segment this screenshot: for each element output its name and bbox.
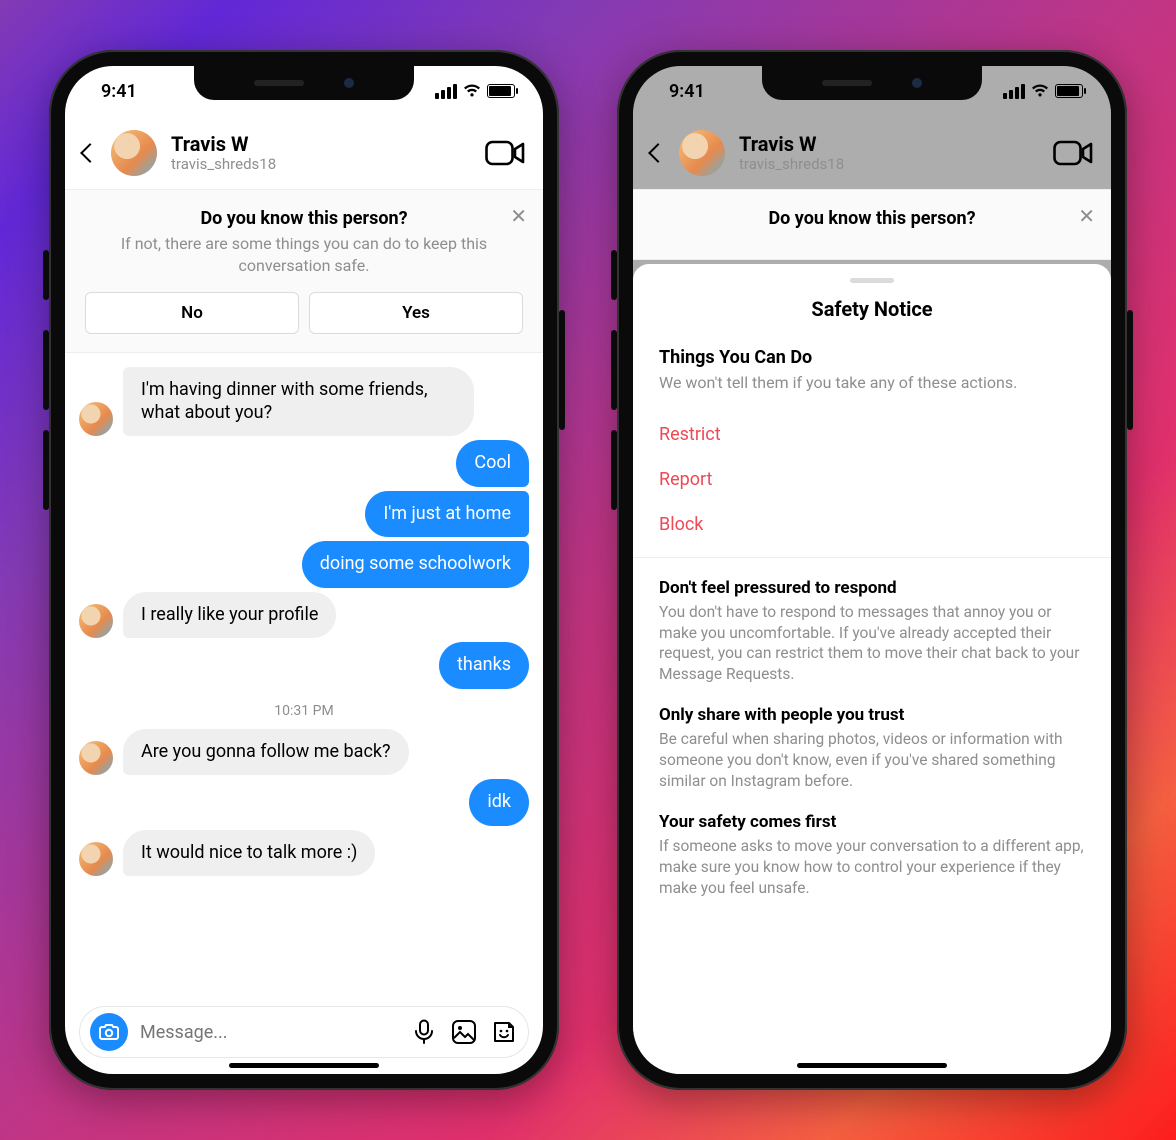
close-icon[interactable]: ✕ [510,204,527,228]
message-row: idk [79,779,529,826]
avatar[interactable] [79,402,113,436]
message-input[interactable] [140,1022,398,1043]
yes-button[interactable]: Yes [309,292,523,334]
sheet-grabber[interactable] [850,278,894,283]
safety-notice-sheet: Safety Notice Things You Can Do We won't… [633,264,1111,1074]
safety-banner: ✕ Do you know this person? [633,190,1111,260]
message-row: thanks [79,642,529,689]
section-heading: Things You Can Do [659,347,1085,368]
chat-area[interactable]: I'm having dinner with some friends, wha… [65,353,543,886]
safety-tip: Only share with people you trust Be care… [659,705,1085,792]
tip-heading: Your safety comes first [659,812,1085,832]
message-row: Cool [79,440,529,487]
banner-title: Do you know this person? [85,208,523,229]
device-notch [762,66,982,100]
message-bubble[interactable]: I really like your profile [123,592,336,639]
message-row: Are you gonna follow me back? [79,729,529,776]
message-bubble[interactable]: Cool [456,440,529,487]
safety-tip: Your safety comes first If someone asks … [659,812,1085,899]
report-action[interactable]: Report [659,457,1085,502]
message-row: I really like your profile [79,592,529,639]
cellular-signal-icon [435,84,457,99]
camera-button[interactable] [90,1013,128,1051]
divider [633,557,1111,558]
phone-right: 9:41 Travis W travis_shreds18 ✕ Do you k… [617,50,1127,1090]
message-row: It would nice to talk more :) [79,830,529,877]
name-block[interactable]: Travis W travis_shreds18 [739,133,1039,173]
sticker-icon[interactable] [490,1018,518,1046]
banner-subtitle: If not, there are some things you can do… [85,233,523,276]
message-bubble[interactable]: I'm having dinner with some friends, wha… [123,367,474,436]
sheet-title: Safety Notice [659,297,1085,321]
restrict-action[interactable]: Restrict [659,412,1085,457]
chat-header: Travis W travis_shreds18 [65,116,543,190]
avatar[interactable] [679,130,725,176]
message-row: I'm just at home [79,491,529,538]
home-indicator[interactable] [797,1063,947,1068]
mic-icon[interactable] [410,1018,438,1046]
gallery-icon[interactable] [450,1018,478,1046]
cellular-signal-icon [1003,84,1025,99]
back-icon[interactable] [648,143,668,163]
safety-banner: ✕ Do you know this person? If not, there… [65,190,543,353]
device-notch [194,66,414,100]
back-icon[interactable] [80,143,100,163]
wifi-icon [463,84,481,98]
battery-icon [1055,84,1083,98]
home-indicator[interactable] [229,1063,379,1068]
contact-name: Travis W [171,133,471,155]
tip-heading: Don't feel pressured to respond [659,578,1085,598]
chat-header: Travis W travis_shreds18 [633,116,1111,190]
message-bubble[interactable]: doing some schoolwork [302,541,529,588]
status-time: 9:41 [669,81,705,102]
section-subtitle: We won't tell them if you take any of th… [659,372,1085,394]
contact-handle: travis_shreds18 [739,155,1039,173]
timestamp: 10:31 PM [79,703,529,719]
contact-handle: travis_shreds18 [171,155,471,173]
status-time: 9:41 [101,81,137,102]
message-bubble[interactable]: It would nice to talk more :) [123,830,375,877]
banner-title: Do you know this person? [653,208,1091,229]
message-bubble[interactable]: idk [469,779,529,826]
block-action[interactable]: Block [659,502,1085,547]
message-bubble[interactable]: I'm just at home [365,491,529,538]
avatar[interactable] [111,130,157,176]
message-bubble[interactable]: thanks [439,642,529,689]
wifi-icon [1031,84,1049,98]
safety-tip: Don't feel pressured to respond You don'… [659,578,1085,686]
close-icon[interactable]: ✕ [1078,204,1095,228]
video-call-icon[interactable] [485,139,525,167]
name-block[interactable]: Travis W travis_shreds18 [171,133,471,173]
tip-body: You don't have to respond to messages th… [659,602,1085,686]
avatar[interactable] [79,741,113,775]
message-row: doing some schoolwork [79,541,529,588]
no-button[interactable]: No [85,292,299,334]
avatar[interactable] [79,604,113,638]
tip-body: Be careful when sharing photos, videos o… [659,729,1085,792]
tip-heading: Only share with people you trust [659,705,1085,725]
message-composer[interactable] [79,1006,529,1058]
battery-icon [487,84,515,98]
message-row: I'm having dinner with some friends, wha… [79,367,529,436]
avatar[interactable] [79,842,113,876]
message-bubble[interactable]: Are you gonna follow me back? [123,729,409,776]
phone-left: 9:41 Travis W travis_shreds18 ✕ Do you k… [49,50,559,1090]
contact-name: Travis W [739,133,1039,155]
video-call-icon[interactable] [1053,139,1093,167]
tip-body: If someone asks to move your conversatio… [659,836,1085,899]
